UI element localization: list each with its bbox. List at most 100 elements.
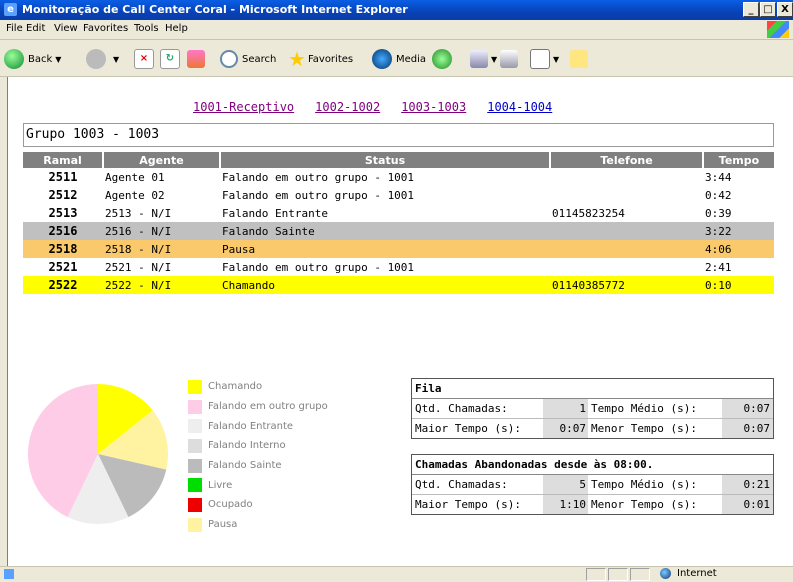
cell-telefone — [550, 258, 703, 276]
link-group-1003[interactable]: 1003-1003 — [401, 100, 466, 114]
legend-item: Falando Interno — [188, 436, 328, 456]
menu-file[interactable]: File — [6, 23, 23, 34]
cell-status: Falando em outro grupo - 1001 — [222, 188, 415, 202]
cell-status: Chamando — [222, 278, 275, 292]
cell-telefone — [550, 186, 703, 204]
search-label: Search — [242, 53, 277, 65]
legend-item: Falando em outro grupo — [188, 397, 328, 417]
table-row: 2512 Agente 02 Falando em outro grupo - 10… — [23, 186, 774, 204]
agents-table-wrap: Ramal Agente Status Telefone Tempo 2511 A… — [23, 152, 774, 294]
cell-status: Falando em outro grupo - 1001 — [222, 260, 415, 274]
menu-edit[interactable]: Edit — [26, 23, 45, 34]
cell-tempo: 3:44 — [705, 170, 732, 184]
cell-tempo: 0:42 — [705, 188, 732, 202]
home-button[interactable] — [187, 48, 205, 70]
refresh-button[interactable]: ↻ — [160, 48, 180, 70]
search-icon — [220, 50, 238, 68]
favorites-button[interactable]: ★ Favorites — [288, 47, 353, 71]
col-header-tempo: Tempo — [702, 152, 774, 168]
back-dropdown-icon[interactable]: ▼ — [55, 55, 61, 64]
search-button[interactable]: Search — [220, 48, 276, 70]
cell-ramal: 2518 — [48, 242, 78, 256]
col-header-status: Status — [219, 152, 550, 168]
abandoned-tm-value: 0:21 — [722, 475, 773, 494]
cell-ramal: 2512 — [48, 188, 78, 202]
media-icon — [372, 49, 392, 69]
link-group-1001[interactable]: 1001-Receptivo — [193, 100, 294, 114]
legend-swatch — [188, 379, 202, 394]
mail-button[interactable]: ▼ — [470, 48, 497, 70]
mail-dropdown-icon[interactable]: ▼ — [491, 55, 497, 64]
col-header-telefone: Telefone — [549, 152, 703, 168]
window-controls: _ □ X — [742, 2, 793, 17]
menu-tools[interactable]: Tools — [134, 23, 159, 34]
discuss-icon — [570, 50, 588, 68]
legend-item: Falando Sainte — [188, 456, 328, 476]
cell-ramal: 2522 — [48, 278, 78, 292]
cell-tempo: 4:06 — [705, 242, 732, 256]
link-group-1002[interactable]: 1002-1002 — [315, 100, 380, 114]
legend-swatch — [188, 419, 202, 434]
cell-status: Pausa — [222, 242, 256, 256]
table-row: 2521 2521 - N/I Falando em outro grupo - 1… — [23, 258, 774, 276]
forward-arrow-icon — [86, 49, 106, 69]
forward-dropdown-icon[interactable]: ▼ — [113, 55, 119, 64]
cell-status: Falando em outro grupo - 1001 — [222, 170, 415, 184]
forward-button[interactable]: ▼ — [86, 48, 119, 70]
print-icon — [500, 50, 518, 68]
legend-label: Falando Interno — [208, 440, 286, 452]
print-button[interactable] — [500, 48, 518, 70]
legend-label: Pausa — [208, 519, 238, 531]
menu-view[interactable]: View — [54, 23, 78, 34]
close-button[interactable]: X — [777, 2, 793, 17]
menu-favorites[interactable]: Favorites — [83, 23, 128, 34]
mail-icon — [470, 50, 488, 68]
edit-button[interactable]: ▼ — [530, 48, 559, 70]
legend-label: Chamando — [208, 381, 263, 393]
abandoned-row: Maior Tempo (s): 1:10 Menor Tempo (s): 0… — [412, 495, 773, 514]
queue-qtd-value: 1 — [543, 399, 588, 418]
cell-ramal: 2513 — [48, 206, 78, 220]
page-status-icon — [4, 569, 14, 579]
legend-item: Livre — [188, 475, 328, 495]
group-links: 1001-Receptivo 1002-1002 1003-1003 1004-… — [193, 100, 573, 114]
abandoned-tm-label: Tempo Médio (s): — [591, 478, 697, 491]
windows-flag-icon — [767, 21, 789, 38]
legend-item: Chamando — [188, 377, 328, 397]
minimize-button[interactable]: _ — [743, 2, 759, 17]
menu-help[interactable]: Help — [165, 23, 188, 34]
media-button[interactable]: Media — [372, 48, 426, 70]
queue-menor-value: 0:07 — [722, 419, 773, 438]
cell-telefone — [550, 222, 703, 240]
cell-tempo: 2:41 — [705, 260, 732, 274]
cell-agente: 2516 - N/I — [105, 224, 172, 238]
back-button[interactable]: Back ▼ — [4, 48, 61, 70]
history-button[interactable] — [432, 48, 456, 70]
cell-status: Falando Entrante — [222, 206, 328, 220]
window-title: Monitoração de Call Center Coral - Micro… — [22, 3, 408, 16]
legend-label: Falando Sainte — [208, 460, 282, 472]
menu-bar: File Edit View Favorites Tools Help — [0, 20, 793, 40]
abandoned-qtd-value: 5 — [543, 475, 588, 494]
group-title: Grupo 1003 - 1003 — [23, 123, 774, 147]
legend-swatch — [188, 438, 202, 453]
link-group-1004[interactable]: 1004-1004 — [487, 100, 552, 114]
legend-label: Livre — [208, 479, 233, 491]
status-legend: Chamando Falando em outro grupo Falando En… — [188, 377, 328, 535]
stop-button[interactable]: × — [134, 48, 154, 70]
cell-agente: 2521 - N/I — [105, 260, 172, 274]
queue-maior-label: Maior Tempo (s): — [415, 422, 521, 435]
table-row: 2511 Agente 01 Falando em outro grupo - 10… — [23, 168, 774, 186]
cell-ramal: 2521 — [48, 260, 78, 274]
maximize-button[interactable]: □ — [760, 2, 776, 17]
legend-label: Falando em outro grupo — [208, 401, 328, 413]
abandoned-menor-label: Menor Tempo (s): — [591, 498, 697, 511]
status-pane — [586, 568, 606, 581]
cell-tempo: 0:39 — [705, 206, 732, 220]
discuss-button[interactable] — [570, 48, 588, 70]
status-bar: Internet — [0, 566, 793, 582]
cell-agente: Agente 01 — [105, 170, 165, 184]
edit-dropdown-icon[interactable]: ▼ — [553, 55, 559, 64]
status-pane — [608, 568, 628, 581]
abandoned-row: Qtd. Chamadas: 5 Tempo Médio (s): 0:21 — [412, 475, 773, 495]
